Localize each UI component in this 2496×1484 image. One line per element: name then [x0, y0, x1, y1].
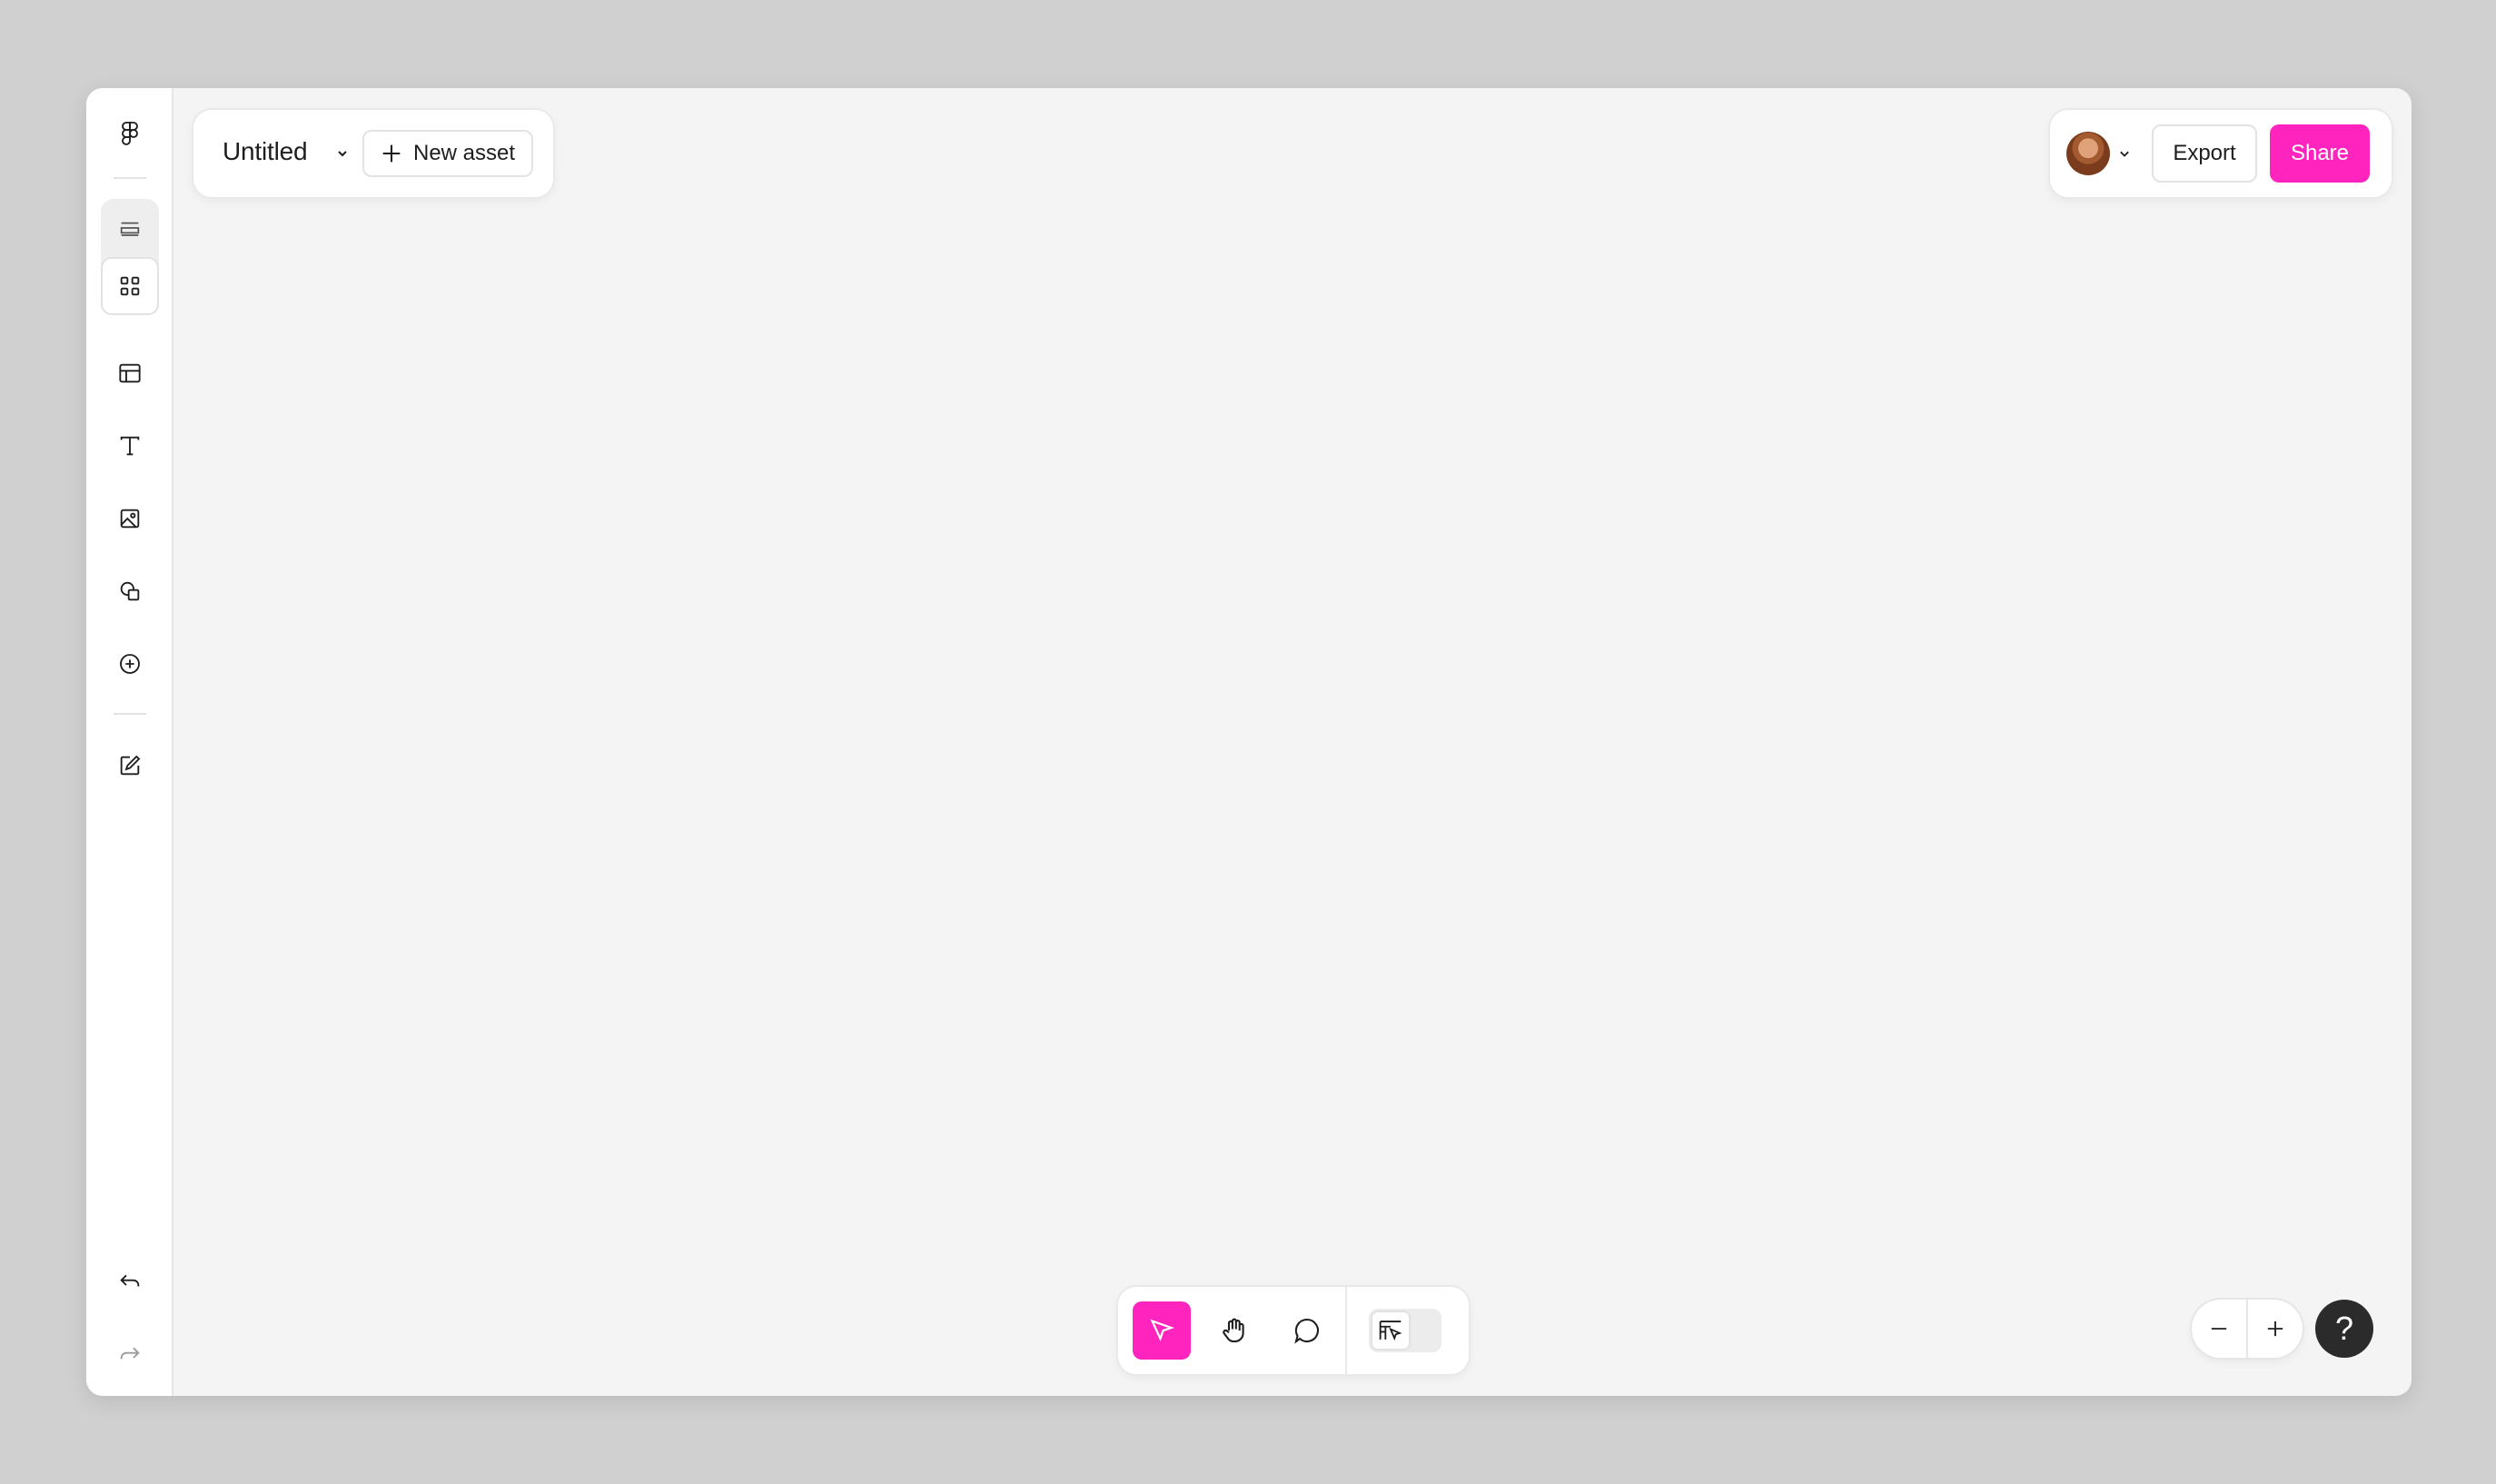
zoom-controls: [2192, 1300, 2303, 1358]
add-circle-icon[interactable]: [101, 635, 159, 693]
image-icon[interactable]: [101, 490, 159, 548]
new-asset-button[interactable]: New asset: [362, 130, 533, 177]
edit-icon[interactable]: [101, 737, 159, 795]
dev-mode-knob: [1371, 1311, 1411, 1350]
plus-icon: [382, 144, 401, 163]
zoom-out-button[interactable]: [2192, 1300, 2246, 1358]
plus-icon: [2267, 1321, 2283, 1337]
app-window: Untitled New asset Export Share ?: [86, 88, 2412, 1396]
bottom-toolbar: [1118, 1287, 1469, 1374]
assets-grid-icon[interactable]: [101, 257, 159, 315]
chevron-down-icon[interactable]: [332, 143, 353, 164]
cursor-icon: [1150, 1319, 1174, 1342]
dev-mode-icon: [1379, 1321, 1402, 1341]
toolbar-divider: [1345, 1287, 1347, 1374]
hand-tool[interactable]: [1205, 1301, 1263, 1360]
chevron-down-icon[interactable]: [2115, 144, 2134, 163]
figma-logo-icon[interactable]: [101, 104, 159, 163]
left-sidebar: [86, 88, 173, 1396]
share-button[interactable]: Share: [2270, 124, 2370, 183]
new-asset-label: New asset: [413, 141, 516, 165]
minus-icon: [2211, 1328, 2227, 1330]
file-title[interactable]: Untitled: [223, 137, 308, 166]
help-button[interactable]: ?: [2315, 1300, 2373, 1358]
comment-tool[interactable]: [1278, 1301, 1336, 1360]
layers-icon[interactable]: [101, 199, 159, 257]
select-tool[interactable]: [1133, 1301, 1191, 1360]
layout-template-icon[interactable]: [101, 344, 159, 402]
top-right-panel: Export Share: [2050, 110, 2392, 197]
file-panel: Untitled New asset: [193, 110, 553, 197]
hand-icon: [1223, 1318, 1244, 1343]
redo-icon[interactable]: [101, 1325, 159, 1383]
shapes-icon[interactable]: [101, 562, 159, 620]
undo-icon[interactable]: [101, 1252, 159, 1311]
avatar[interactable]: [2066, 132, 2110, 175]
export-button[interactable]: Export: [2152, 124, 2257, 183]
text-icon[interactable]: [101, 417, 159, 475]
dev-mode-toggle[interactable]: [1369, 1309, 1441, 1352]
sidebar-divider: [114, 177, 146, 179]
sidebar-divider: [114, 713, 146, 715]
comment-icon: [1294, 1318, 1320, 1344]
zoom-in-button[interactable]: [2248, 1300, 2303, 1358]
